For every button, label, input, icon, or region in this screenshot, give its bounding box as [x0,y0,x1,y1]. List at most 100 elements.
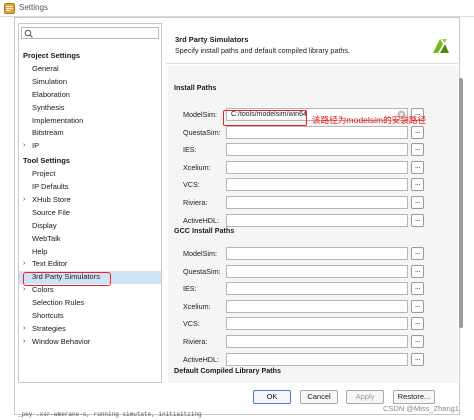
sidebar-item-ip[interactable]: › IP [19,140,161,153]
field-label-questasim: QuestaSim: [183,266,221,276]
browse-button[interactable]: ... [411,143,424,157]
field-label-vcs: VCS: [183,180,200,190]
sidebar-item-shortcuts[interactable]: Shortcuts [19,310,161,323]
sidebar-item-window-behavior[interactable]: › Window Behavior [19,336,161,349]
section-title: Default Compiled Library Paths [174,366,282,375]
sidebar-item-project[interactable]: Project [19,168,161,181]
chevron-right-icon[interactable]: › [23,284,25,297]
riviera-path-field[interactable] [226,196,408,209]
sidebar-item-text-editor[interactable]: › Text Editor [19,258,161,271]
browse-button[interactable]: ... [411,213,424,227]
settings-tree: Project Settings General Simulation Elabora… [18,23,162,383]
sidebar-item-label: IP Defaults [32,182,69,191]
modelsim-path-field[interactable] [226,247,408,260]
sidebar-item-label: Implementation [32,115,84,125]
chevron-right-icon[interactable]: › [23,140,25,153]
xcelium-path-field[interactable] [226,160,408,174]
content-panel: 3rd Party Simulators Specify install pat… [166,23,458,383]
annotation-text: 该路径为modelsim的安装路径 [312,115,427,125]
sidebar-item-general[interactable]: General [19,63,161,76]
activehdl-path-field[interactable] [226,352,408,366]
sidebar-item-ip-defaults[interactable]: IP Defaults [19,181,161,194]
sidebar-item-label: Help [32,246,48,256]
search-input[interactable] [21,27,159,39]
browse-button[interactable]: ... [411,317,424,331]
vertical-scrollbar[interactable] [458,66,464,383]
field-label-activehdl: ActiveHDL: [183,354,219,364]
ies-path-field[interactable] [226,282,408,296]
settings-dialog: Project Settings General Simulation Elabora… [14,17,463,415]
sidebar-item-source-file[interactable]: Source File [19,207,161,220]
sidebar-item-xhub-store[interactable]: › XHub Store [19,194,161,207]
browse-button[interactable]: ... [411,264,424,278]
browse-button[interactable]: ... [411,282,424,296]
sidebar-item-simulation[interactable]: Simulation [19,76,161,89]
chevron-right-icon[interactable]: › [23,258,25,271]
chevron-right-icon[interactable]: › [23,336,25,349]
app-icon [4,3,15,14]
browse-button[interactable]: ... [411,352,424,366]
sidebar-item-label: Project [32,169,56,179]
sidebar-item-label: Text Editor [32,259,68,269]
sidebar-item-colors[interactable]: › Colors [19,284,161,297]
questasim-path-field[interactable] [226,264,408,278]
sidebar-item-label: Synthesis [32,102,65,112]
sidebar-item-implementation[interactable]: Implementation [19,115,161,128]
sidebar-item-help[interactable]: Help [19,246,161,259]
sidebar-item-webtalk[interactable]: WebTalk [19,233,161,246]
browse-button[interactable]: ... [411,178,424,192]
browse-button[interactable]: ... [411,196,424,209]
search-icon [24,29,33,38]
sidebar-item-elaboration[interactable]: Elaboration [19,89,161,102]
vcs-path-field[interactable] [226,178,408,192]
chevron-right-icon[interactable]: › [23,323,25,336]
apply-button[interactable]: Apply [346,390,384,404]
questasim-path-field[interactable] [226,125,408,139]
sidebar-item-label: Selection Rules [32,298,85,308]
sidebar-item-label: WebTalk [32,233,61,243]
riviera-path-field[interactable] [226,335,408,348]
sidebar-item-display[interactable]: Display [19,220,161,233]
window-title: Settings [19,3,48,12]
modelsim-path-annotation-box [223,110,307,126]
cancel-button[interactable]: Cancel [300,390,338,404]
field-label-questasim: QuestaSim: [183,127,221,137]
sidebar-item-label: XHub Store [32,194,71,204]
xcelium-path-field[interactable] [226,299,408,313]
tree-header-project-settings[interactable]: Project Settings [19,50,161,63]
section-title: Install Paths [174,83,217,92]
field-label-riviera: Riviera: [183,198,208,207]
field-label-xcelium: Xcelium: [183,301,211,311]
chevron-right-icon[interactable]: › [23,194,25,207]
vcs-path-field[interactable] [226,317,408,331]
sidebar-item-label: Window Behavior [32,336,91,346]
scrollbar-thumb[interactable] [459,78,463,328]
vivado-logo-icon [433,39,449,53]
browse-button[interactable]: ... [411,160,424,174]
sidebar-item-bitstream[interactable]: Bitstream [19,127,161,140]
field-label-vcs: VCS: [183,319,200,329]
watermark: CSDN @Miss_Zhang1 [383,404,459,413]
console-text: _pey .xsr-wmerane-s, running simutate, i… [18,411,202,418]
restore-button[interactable]: Restore... [393,390,435,404]
browse-button[interactable]: ... [411,247,424,260]
sidebar-item-label: IP [32,141,40,151]
tree-header-tool-settings[interactable]: Tool Settings [19,155,161,168]
browse-button[interactable]: ... [411,335,424,348]
ok-button[interactable]: OK [253,390,291,404]
sidebar-item-synthesis[interactable]: Synthesis [19,102,161,115]
divider [166,63,458,64]
ies-path-field[interactable] [226,143,408,157]
title-bar: Settings [0,0,474,17]
sidebar-item-selection-rules[interactable]: Selection Rules [19,297,161,310]
field-label-xcelium: Xcelium: [183,162,211,172]
activehdl-path-field[interactable] [226,213,408,227]
browse-button[interactable]: ... [411,125,424,139]
sidebar-item-label: Bitstream [32,128,64,138]
sidebar-item-strategies[interactable]: › Strategies [19,323,161,336]
sidebar-item-label: Shortcuts [32,311,64,320]
field-label-riviera: Riviera: [183,337,208,346]
browse-button[interactable]: ... [411,299,424,313]
field-label-ies: IES: [183,284,197,294]
field-label-modelsim: ModelSim: [183,110,217,119]
